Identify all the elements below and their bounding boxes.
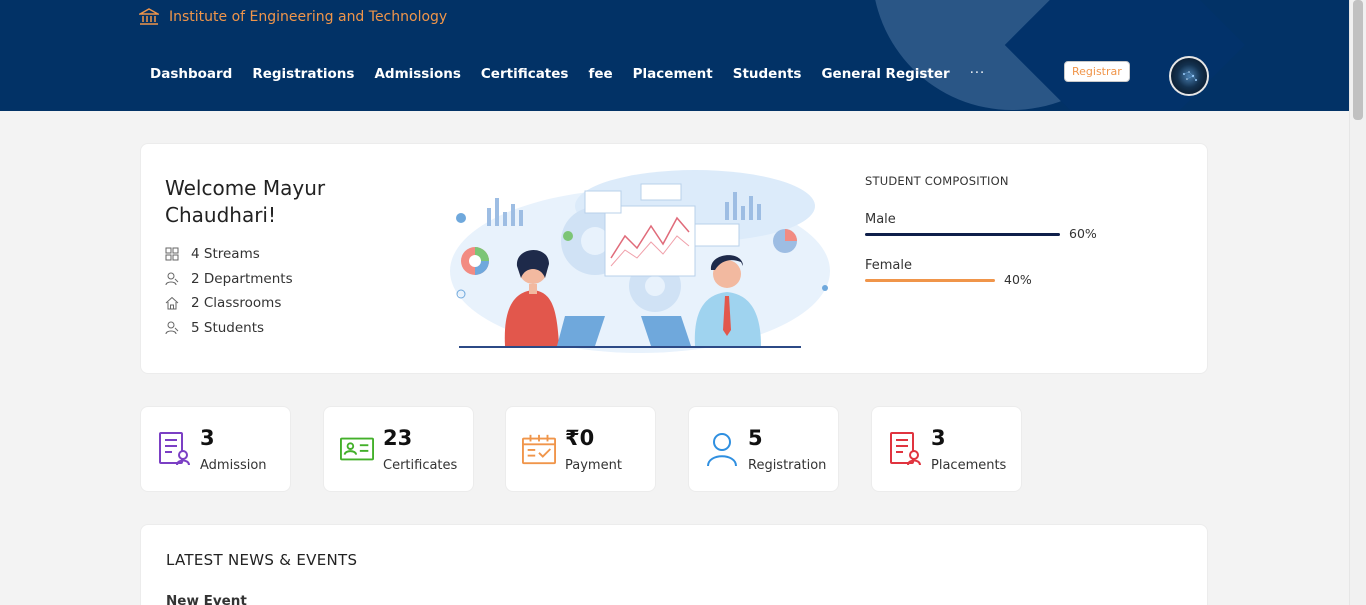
users-icon [165, 272, 179, 285]
stat-students-text: 5 Students [191, 319, 265, 336]
registration-label: Registration [748, 458, 827, 473]
stat-departments: 2 Departments [165, 267, 293, 292]
nav-certificates[interactable]: Certificates [481, 66, 569, 82]
female-progress-bar [865, 279, 995, 282]
role-badge[interactable]: Registrar [1064, 61, 1130, 82]
composition-heading: STUDENT COMPOSITION [865, 174, 1009, 188]
certificates-label: Certificates [383, 458, 458, 473]
nav-registrations[interactable]: Registrations [252, 66, 354, 82]
top-header: Institute of Engineering and Technology … [0, 0, 1349, 111]
nav-general-register[interactable]: General Register [821, 66, 949, 82]
stat-departments-text: 2 Departments [191, 270, 293, 287]
payment-label: Payment [565, 458, 622, 473]
female-percent: 40% [1004, 272, 1032, 287]
student-composition: STUDENT COMPOSITION Male 60% Female 40% [865, 174, 1165, 300]
stat-students: 5 Students [165, 316, 293, 341]
institution-stats: 4 Streams 2 Departments 2 Classrooms 5 S… [165, 242, 293, 340]
admission-count: 3 [200, 426, 215, 450]
dashboard-illustration [450, 170, 830, 353]
calendar-check-icon [522, 434, 556, 465]
stat-classrooms-text: 2 Classrooms [191, 295, 282, 312]
stat-streams-text: 4 Streams [191, 246, 260, 263]
news-event-title[interactable]: New Event [166, 593, 247, 605]
brand[interactable]: Institute of Engineering and Technology [139, 8, 447, 26]
registration-card[interactable]: 5 Registration [688, 406, 839, 492]
stat-streams: 4 Streams [165, 242, 293, 267]
male-label: Male [865, 212, 896, 227]
news-heading: LATEST NEWS & EVENTS [166, 551, 358, 569]
placements-label: Placements [931, 458, 1007, 473]
nav-placement[interactable]: Placement [633, 66, 713, 82]
stat-classrooms: 2 Classrooms [165, 291, 293, 316]
nav-dashboard[interactable]: Dashboard [150, 66, 232, 82]
user-avatar[interactable] [1169, 56, 1209, 96]
avatar-image-icon [1183, 71, 1197, 81]
certificates-count: 23 [383, 426, 413, 450]
welcome-card: Welcome Mayur Chaudhari! 4 Streams 2 Dep… [140, 143, 1208, 374]
placements-count: 3 [931, 426, 946, 450]
page-scrollbar[interactable] [1349, 0, 1366, 605]
composition-male: Male 60% [865, 208, 1165, 254]
male-percent: 60% [1069, 226, 1097, 241]
placement-icon [890, 432, 921, 466]
home-icon [165, 297, 179, 310]
welcome-title: Welcome Mayur Chaudhari! [165, 176, 326, 227]
placements-card[interactable]: 3 Placements [871, 406, 1022, 492]
payment-amount: ₹0 [565, 426, 595, 450]
nav-more-button[interactable]: ··· [970, 66, 985, 82]
brand-title: Institute of Engineering and Technology [169, 9, 448, 25]
certificate-icon [340, 437, 374, 461]
news-events-card: LATEST NEWS & EVENTS New Event [140, 524, 1208, 605]
admission-icon [159, 432, 190, 466]
admission-card[interactable]: 3 Admission [140, 406, 291, 492]
users-icon [165, 321, 179, 334]
admission-label: Admission [200, 458, 267, 473]
female-label: Female [865, 258, 913, 273]
grid-icon [165, 247, 179, 261]
institution-icon [139, 8, 159, 25]
scrollbar-thumb[interactable] [1353, 0, 1363, 120]
composition-female: Female 40% [865, 254, 1165, 300]
main-nav: Dashboard Registrations Admissions Certi… [150, 66, 985, 82]
user-icon [707, 433, 737, 467]
nav-admissions[interactable]: Admissions [374, 66, 460, 82]
payment-card[interactable]: ₹0 Payment [505, 406, 656, 492]
certificates-card[interactable]: 23 Certificates [323, 406, 474, 492]
nav-students[interactable]: Students [733, 66, 802, 82]
male-progress-bar [865, 233, 1060, 236]
registration-count: 5 [748, 426, 763, 450]
nav-fee[interactable]: fee [588, 66, 612, 82]
